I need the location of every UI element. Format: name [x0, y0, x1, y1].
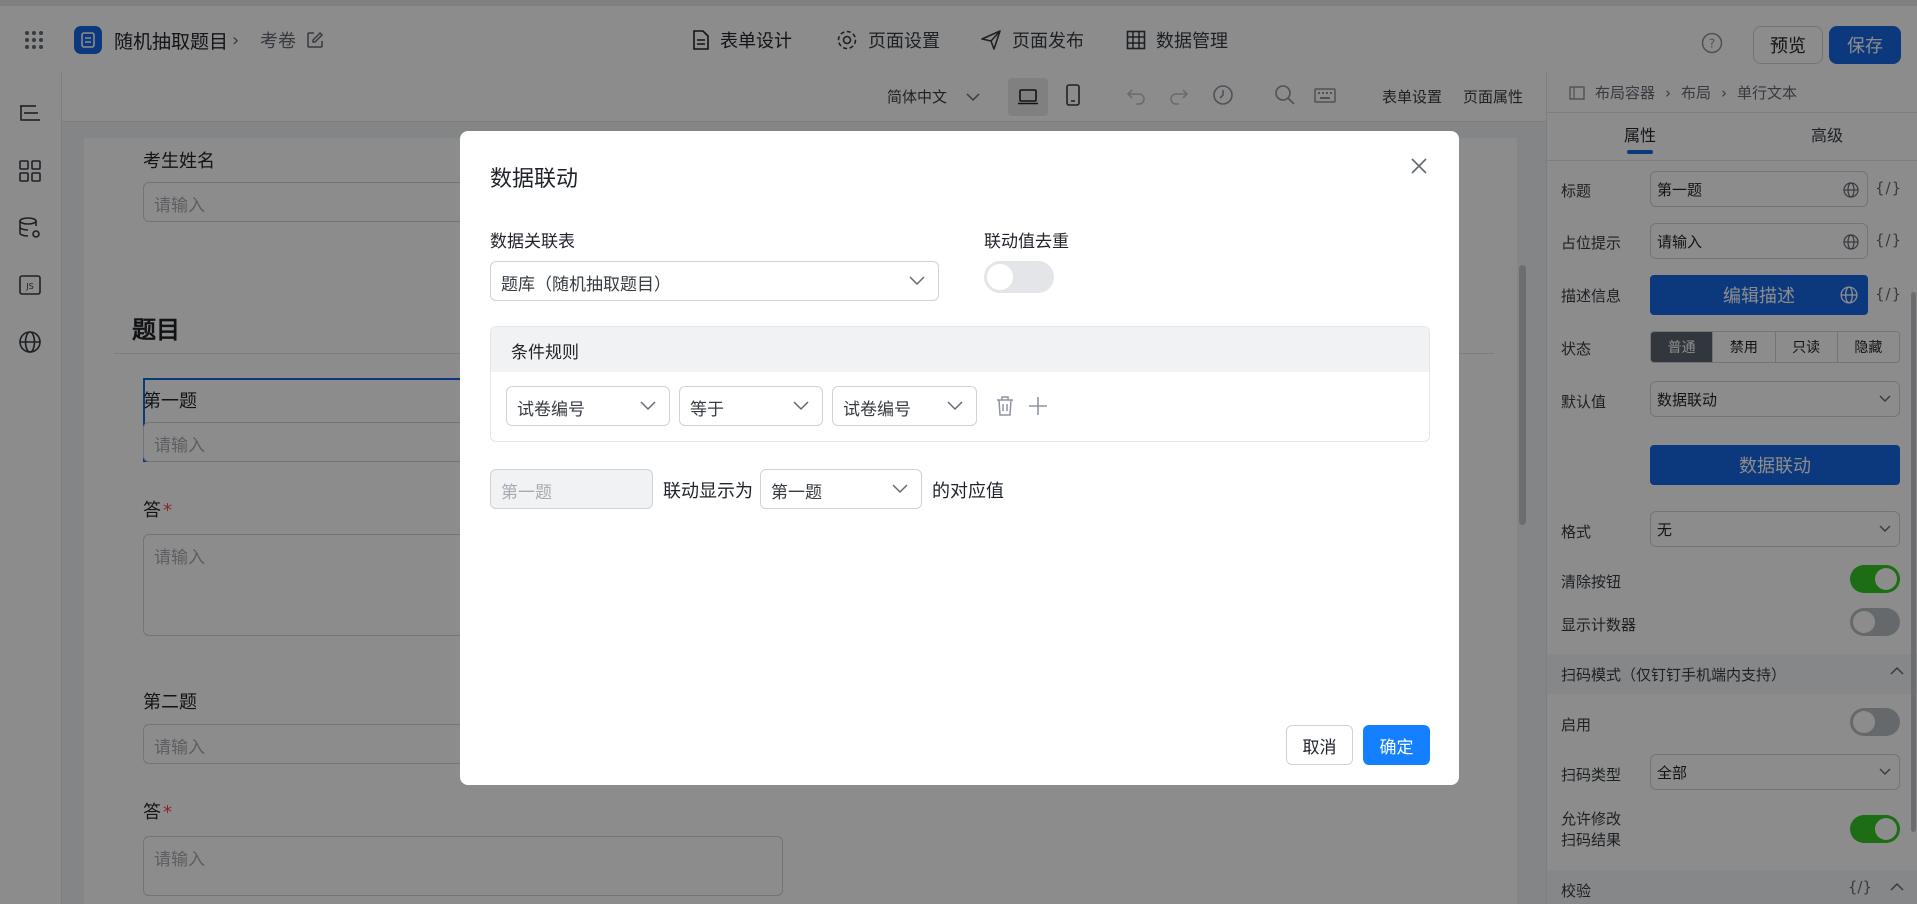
- cancel-button[interactable]: 取消: [1286, 725, 1353, 765]
- data-linkage-dialog: 数据联动 数据关联表 题库（随机抽取题目） 联动值去重 条件规则 试卷编号 等于…: [460, 131, 1459, 785]
- chevron-down-icon: [947, 401, 963, 411]
- related-table-label: 数据关联表: [490, 232, 575, 252]
- display-as-text: 联动显示为: [663, 481, 753, 502]
- condition-rules-box: 条件规则 试卷编号 等于 试卷编号: [490, 326, 1430, 442]
- chevron-down-icon: [793, 401, 809, 411]
- display-field-select[interactable]: 第一题: [760, 469, 922, 509]
- confirm-button[interactable]: 确定: [1363, 725, 1430, 765]
- display-field-value: 第一题: [771, 483, 822, 503]
- condition-field-value: 试卷编号: [517, 400, 585, 420]
- condition-field-select[interactable]: 试卷编号: [506, 386, 670, 426]
- related-table-select[interactable]: 题库（随机抽取题目）: [490, 261, 939, 301]
- dedupe-label: 联动值去重: [984, 232, 1069, 252]
- condition-value-select[interactable]: 试卷编号: [832, 386, 977, 426]
- chevron-down-icon: [892, 484, 908, 494]
- suffix-text: 的对应值: [932, 481, 1004, 502]
- dedupe-toggle[interactable]: [984, 261, 1054, 293]
- dialog-title: 数据联动: [490, 167, 579, 192]
- condition-operator-select[interactable]: 等于: [679, 386, 823, 426]
- related-table-value: 题库（随机抽取题目）: [501, 275, 671, 295]
- condition-operator-value: 等于: [690, 400, 724, 420]
- condition-value-value: 试卷编号: [843, 400, 911, 420]
- trash-icon[interactable]: [996, 396, 1014, 420]
- condition-rules-title: 条件规则: [491, 327, 1429, 372]
- add-icon[interactable]: [1028, 396, 1048, 420]
- chevron-down-icon: [909, 276, 925, 286]
- target-field-input: 第一题: [490, 469, 653, 509]
- chevron-down-icon: [640, 401, 656, 411]
- close-icon[interactable]: [1410, 157, 1428, 179]
